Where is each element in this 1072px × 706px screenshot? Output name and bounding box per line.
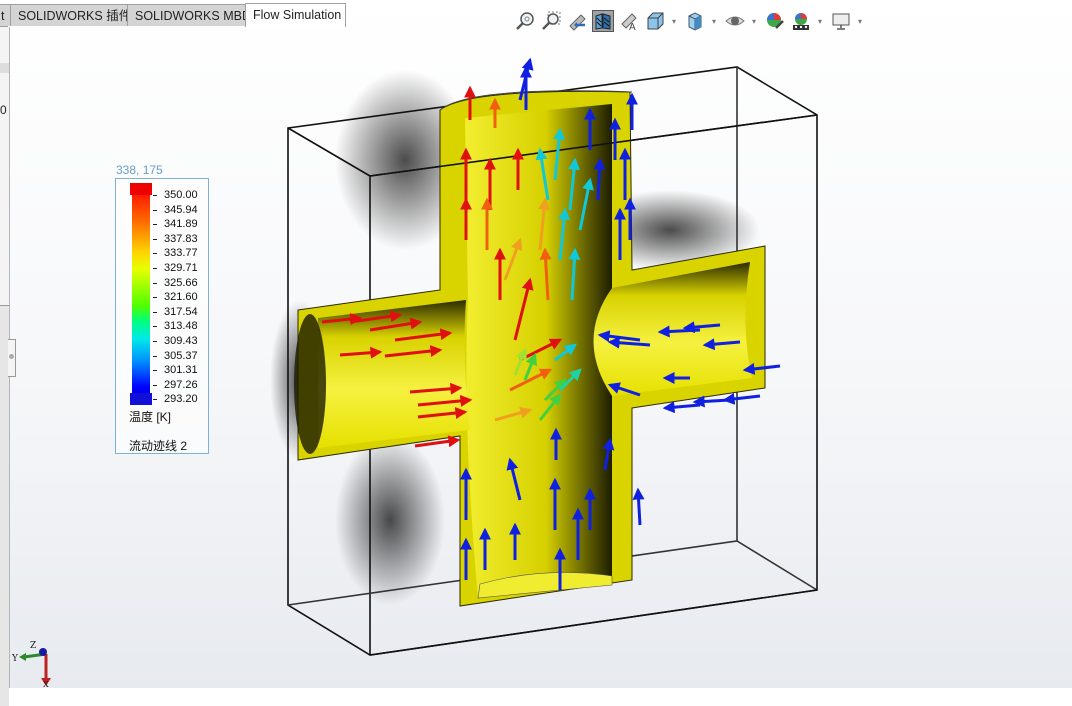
legend-tick — [153, 238, 157, 240]
legend-unit-label: 温度 [K] — [129, 410, 172, 424]
legend-tick — [153, 384, 157, 386]
legend-tick — [153, 224, 157, 226]
legend-value-label: 325.66 — [164, 276, 198, 289]
legend-value-label: 297.26 — [164, 378, 198, 391]
legend-value-label: 305.37 — [164, 349, 198, 362]
legend-tick — [153, 355, 157, 357]
triad-z-label: Z — [30, 641, 36, 651]
legend-value-label: 313.48 — [164, 320, 198, 333]
flow-arrow — [722, 392, 761, 405]
legend-tick — [153, 370, 157, 372]
flow-arrow — [593, 157, 606, 201]
flow-arrow — [662, 401, 701, 414]
legend-value-label: 337.83 — [164, 232, 198, 245]
flow-arrow — [632, 487, 645, 526]
legend-value-label: 329.71 — [164, 262, 198, 274]
legend-value-label: 301.31 — [164, 364, 198, 377]
legend-value-label: 293.20 — [164, 393, 198, 406]
legend-tick — [153, 282, 157, 284]
triad-y-label: Y — [11, 654, 19, 664]
legend-plot-name: 流动迹线 2 — [129, 439, 188, 453]
legend-tick — [153, 253, 157, 255]
legend-value-label: 350.00 — [164, 189, 198, 201]
legend-value-label: 341.89 — [164, 218, 198, 231]
legend-position-readout: 338, 175 — [116, 163, 163, 177]
legend-color-bar — [132, 185, 150, 405]
legend-min-cap — [130, 393, 152, 405]
legend-tick — [153, 195, 157, 196]
legend-tick — [153, 311, 157, 313]
flow-arrow — [692, 395, 731, 408]
legend-value-label: 345.94 — [164, 203, 198, 216]
legend-tick — [153, 341, 157, 342]
legend-value-label: 321.60 — [164, 291, 198, 304]
legend-tick — [153, 268, 157, 269]
legend-tick — [153, 326, 157, 328]
legend-tick — [153, 399, 157, 401]
legend-max-cap — [130, 183, 152, 195]
legend-tick — [153, 297, 157, 299]
triad-z-axis — [39, 648, 47, 656]
legend-tick — [153, 209, 157, 211]
legend-value-label: 333.77 — [164, 247, 198, 260]
temperature-legend[interactable]: 350.00 345.94 341.89 337.83 333.77 329.71 325.… — [115, 178, 209, 454]
flow-arrow — [657, 325, 701, 338]
triad-x-label: X — [43, 680, 49, 688]
legend-value-label: 317.54 — [164, 305, 198, 318]
legend-value-label: 309.43 — [164, 335, 198, 347]
reference-triad: Z Y X — [11, 641, 51, 688]
